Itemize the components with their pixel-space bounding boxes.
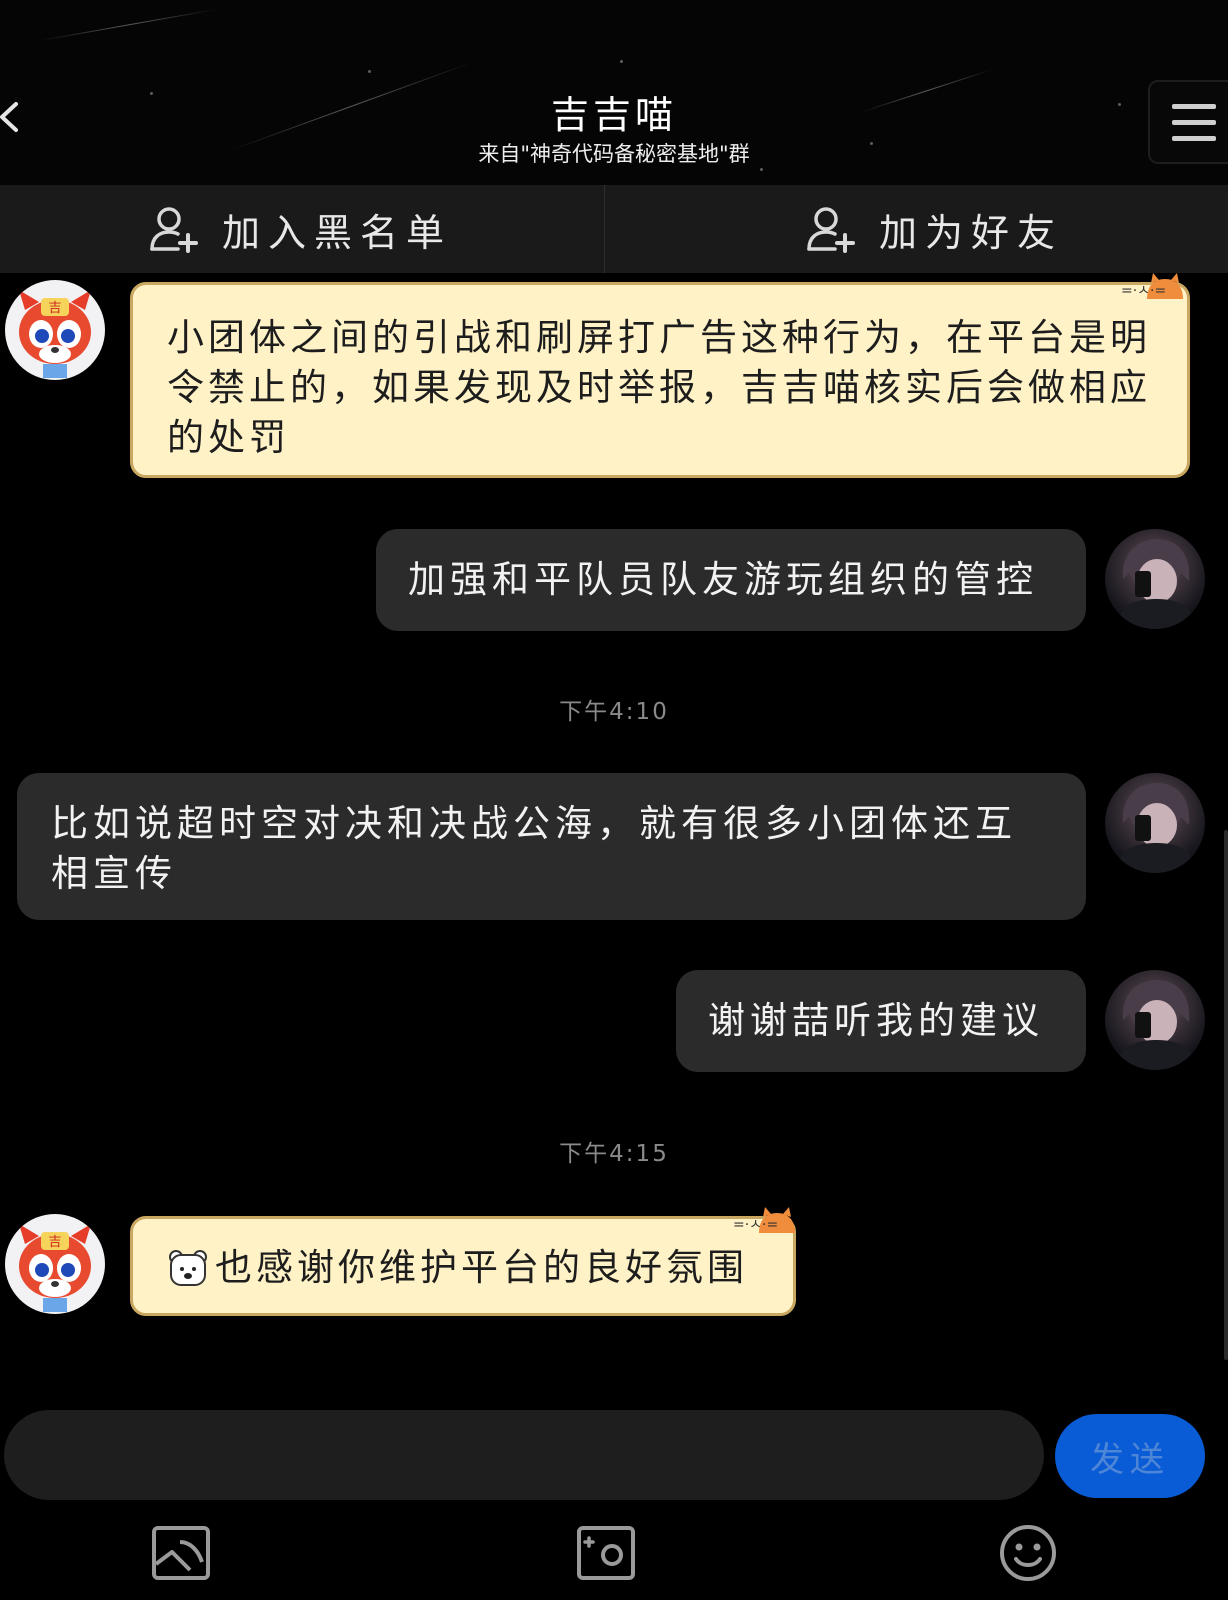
message-bubble-bot[interactable]: 小团体之间的引战和刷屏打广告这种行为，在平台是明令禁止的，如果发现及时举报，吉吉… [130, 273, 1190, 478]
user-photo-icon [1115, 980, 1197, 1070]
cat-decoration-icon: =·ㅅ·= [733, 1207, 795, 1233]
message-bubble-self[interactable]: 比如说超时空对决和决战公海，就有很多小团体还互相宣传 [17, 773, 1086, 920]
message-bubble-self[interactable]: 加强和平队员队友游玩组织的管控 [376, 529, 1086, 631]
tiger-mascot-icon: 吉 [19, 1224, 91, 1312]
group-source-label: 来自"神奇代码备秘密基地"群 [478, 142, 750, 166]
svg-text:吉: 吉 [48, 1235, 61, 1250]
svg-text:=·ㅅ·=: =·ㅅ·= [733, 1217, 778, 1233]
action-divider [604, 185, 605, 273]
message-text: 比如说超时空对决和决战公海，就有很多小团体还互相宣传 [51, 802, 1017, 895]
avatar[interactable] [1105, 529, 1205, 629]
chat-header: 吉吉喵 来自"神奇代码备秘密基地"群 [0, 0, 1228, 185]
avatar[interactable]: 吉 [5, 280, 105, 380]
tiger-mascot-icon: 吉 [19, 290, 91, 378]
message-text: 也感谢你维护平台的良好氛围 [215, 1246, 748, 1289]
message-text: 加强和平队员队友游玩组织的管控 [408, 558, 1038, 601]
add-friend-button[interactable]: 加为好友 [805, 185, 1063, 273]
polar-bear-emoji-icon [169, 1250, 207, 1286]
add-friend-label: 加为好友 [879, 210, 1064, 255]
camera-icon[interactable] [575, 1522, 637, 1584]
message-text: 谢谢喆听我的建议 [708, 999, 1044, 1042]
add-user-icon [807, 207, 855, 253]
avatar[interactable]: 吉 [5, 1214, 105, 1314]
add-user-icon [150, 207, 198, 253]
message-bubble-bot[interactable]: 也感谢你维护平台的良好氛围 =·ㅅ·= [130, 1207, 796, 1316]
user-photo-icon [1115, 783, 1197, 873]
image-icon[interactable] [150, 1522, 212, 1584]
message-text: 小团体之间的引战和刷屏打广告这种行为，在平台是明令禁止的，如果发现及时举报，吉吉… [167, 316, 1151, 459]
timestamp: 下午4:15 [559, 1141, 669, 1167]
page-title: 吉吉喵 [550, 93, 677, 137]
message-bubble-self[interactable]: 谢谢喆听我的建议 [676, 970, 1086, 1072]
user-photo-icon [1115, 539, 1197, 629]
profile-action-bar: 加入黑名单 加为好友 [0, 185, 1228, 273]
hamburger-menu-icon[interactable] [1148, 80, 1228, 164]
svg-text:吉: 吉 [48, 301, 61, 316]
add-to-blacklist-button[interactable]: 加入黑名单 [148, 185, 452, 273]
chat-scrollbar[interactable] [1224, 830, 1228, 1360]
message-input[interactable] [4, 1410, 1044, 1500]
svg-text:=·ㅅ·=: =·ㅅ·= [1121, 283, 1166, 299]
avatar[interactable] [1105, 970, 1205, 1070]
emoji-icon[interactable] [997, 1522, 1059, 1584]
avatar[interactable] [1105, 773, 1205, 873]
cat-decoration-icon: =·ㅅ·= [1121, 273, 1183, 299]
send-button[interactable]: 发送 [1055, 1414, 1205, 1498]
add-to-blacklist-label: 加入黑名单 [222, 210, 453, 255]
timestamp: 下午4:10 [559, 699, 669, 725]
